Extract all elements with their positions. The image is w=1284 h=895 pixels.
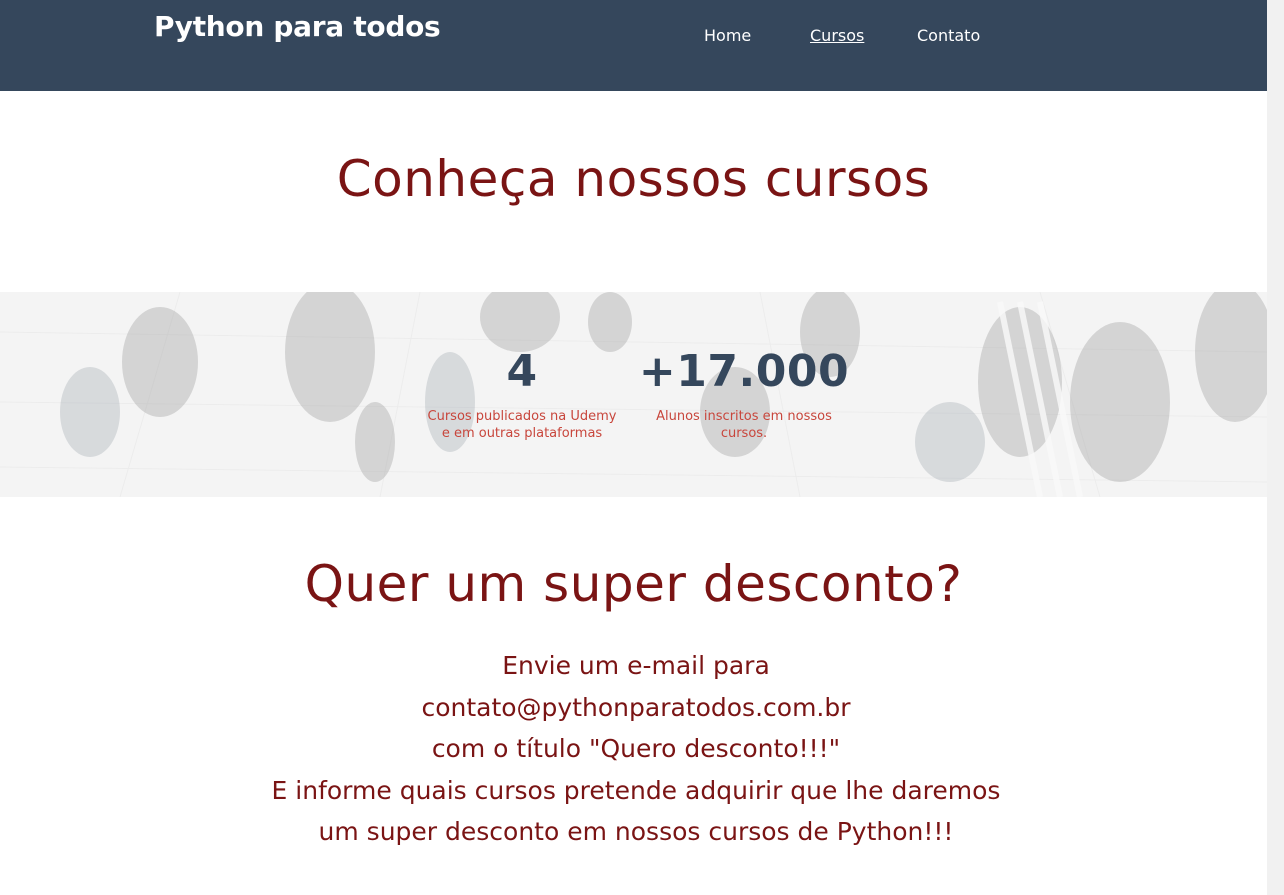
stats-banner: 4 Cursos publicados na Udemy e em outras… <box>0 292 1267 497</box>
site-brand[interactable]: Python para todos <box>154 10 441 43</box>
contact-email-link[interactable]: contato@pythonparatodos.com.br <box>0 687 1272 729</box>
discount-line-instructions: E informe quais cursos pretende adquirir… <box>271 775 1001 805</box>
discount-line-intro: Envie um e-mail para <box>502 651 770 680</box>
nav-link-contato[interactable]: Contato <box>917 26 980 45</box>
stat-students-caption: Alunos inscritos em nossos cursos. <box>656 409 832 441</box>
discount-title: Quer um super desconto? <box>304 555 963 613</box>
stat-students-number: +17.000 <box>638 346 850 397</box>
site-header: Python para todos Home Cursos Contato <box>0 0 1267 91</box>
nav-link-home[interactable]: Home <box>704 26 751 45</box>
nav-link-cursos[interactable]: Cursos <box>810 26 864 45</box>
discount-line-promise: um super desconto em nossos cursos de Py… <box>318 817 954 846</box>
stat-courses-caption: Cursos publicados na Udemy e em outras p… <box>427 409 617 441</box>
discount-message: Envie um e-mail para contato@pythonparat… <box>0 645 1272 853</box>
stat-courses-number: 4 <box>506 346 538 397</box>
discount-line-subject: com o título "Quero desconto!!!" <box>431 734 841 763</box>
stat-courses: 4 Cursos publicados na Udemy e em outras… <box>402 350 642 442</box>
courses-title: Conheça nossos cursos <box>336 150 931 208</box>
stat-students: +17.000 Alunos inscritos em nossos curso… <box>624 350 864 442</box>
